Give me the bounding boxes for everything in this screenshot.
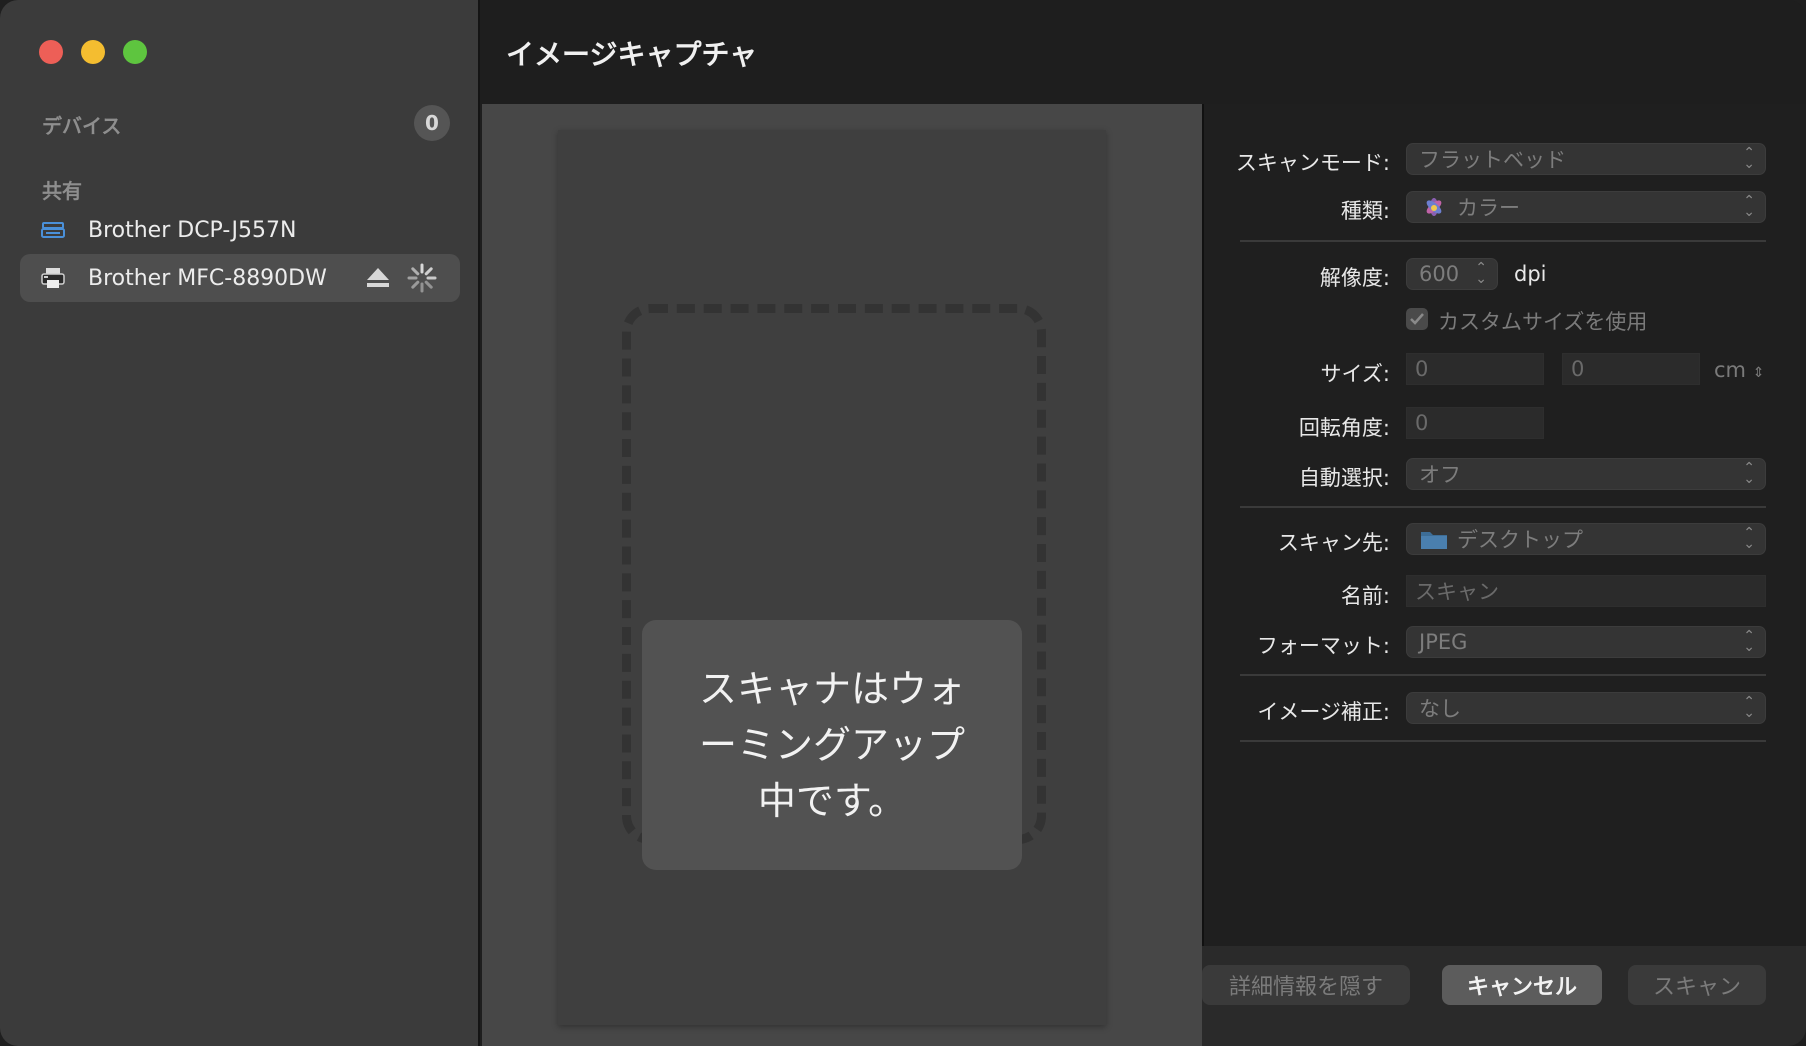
name-field[interactable]: スキャン	[1406, 575, 1766, 607]
scan-mode-popup[interactable]: フラットベッド ⌃ ⌄	[1406, 143, 1766, 175]
printer-icon	[40, 267, 66, 289]
popup-chevrons-icon: ⌃ ⌄	[1743, 628, 1755, 655]
sidebar-item-label: Brother MFC-8890DW	[88, 265, 327, 291]
progress-spinner-icon	[406, 262, 438, 294]
kind-popup[interactable]: カラー ⌃ ⌄	[1406, 191, 1766, 223]
sidebar-item-brother-dcp-j557n[interactable]: Brother DCP-J557N	[20, 206, 460, 254]
custom-size-checkbox[interactable]	[1406, 308, 1428, 330]
section-divider	[1240, 506, 1766, 508]
cancel-button[interactable]: キャンセル	[1442, 965, 1602, 1005]
image-correction-value: なし	[1419, 697, 1461, 721]
zoom-window-button[interactable]	[123, 40, 147, 64]
eject-icon[interactable]	[365, 266, 391, 290]
image-correction-label: イメージ補正:	[1257, 700, 1390, 724]
hide-details-button[interactable]: 詳細情報を隠す	[1202, 965, 1410, 1005]
scan-to-value: デスクトップ	[1457, 528, 1583, 552]
sidebar-item-label: Brother DCP-J557N	[88, 217, 297, 243]
popup-chevrons-icon: ⌃ ⌄	[1743, 460, 1755, 487]
size-unit-value: cm	[1714, 358, 1747, 382]
section-divider	[1240, 740, 1766, 742]
scan-button[interactable]: スキャン	[1628, 965, 1766, 1005]
auto-select-label: 自動選択:	[1298, 466, 1390, 490]
sidebar-item-brother-mfc-8890dw[interactable]: Brother MFC-8890DW	[20, 254, 460, 302]
window-title: イメージキャプチャ	[506, 38, 758, 71]
popup-chevrons-icon: ⌃ ⌄	[1743, 694, 1755, 721]
popup-chevrons-icon: ⌃ ⌄	[1475, 260, 1487, 287]
auto-select-value: オフ	[1419, 463, 1461, 487]
scan-mode-label: スキャンモード:	[1235, 151, 1390, 175]
close-window-button[interactable]	[39, 40, 63, 64]
image-correction-popup[interactable]: なし ⌃ ⌄	[1406, 692, 1766, 724]
section-divider	[1240, 674, 1766, 676]
resolution-value: 600	[1419, 262, 1460, 286]
resolution-popup[interactable]: 600 ⌃ ⌄	[1406, 258, 1498, 290]
format-value: JPEG	[1419, 630, 1468, 654]
popup-chevrons-icon: ⇕	[1752, 365, 1765, 381]
image-capture-window: デバイス 0 共有 Brother DCP-J557N Brother MFC-…	[0, 0, 1806, 1046]
rotation-field[interactable]: 0	[1406, 407, 1544, 439]
size-unit-popup[interactable]: cm ⇕	[1714, 358, 1764, 382]
warming-up-message: スキャナはウォーミングアップ中です。	[698, 667, 965, 823]
custom-size-label: カスタムサイズを使用	[1438, 310, 1648, 334]
color-flower-icon	[1419, 196, 1449, 218]
kind-value: カラー	[1457, 196, 1520, 220]
devices-section-header: デバイス	[42, 114, 122, 138]
auto-select-popup[interactable]: オフ ⌃ ⌄	[1406, 458, 1766, 490]
popup-chevrons-icon: ⌃ ⌄	[1743, 193, 1755, 220]
size-height-field[interactable]: 0	[1562, 353, 1700, 385]
popup-chevrons-icon: ⌃ ⌄	[1743, 145, 1755, 172]
scanner-icon	[40, 219, 66, 241]
popup-chevrons-icon: ⌃ ⌄	[1743, 525, 1755, 552]
window-controls	[39, 40, 147, 64]
scan-to-popup[interactable]: デスクトップ ⌃ ⌄	[1406, 523, 1766, 555]
scan-to-label: スキャン先:	[1277, 531, 1390, 555]
rotation-label: 回転角度:	[1298, 416, 1390, 440]
format-label: フォーマット:	[1256, 634, 1390, 658]
shared-section-header: 共有	[42, 179, 82, 203]
warming-up-message-box: スキャナはウォーミングアップ中です。	[642, 620, 1022, 870]
scan-mode-value: フラットベッド	[1419, 148, 1566, 172]
name-label: 名前:	[1340, 584, 1390, 608]
format-popup[interactable]: JPEG ⌃ ⌄	[1406, 626, 1766, 658]
sidebar: デバイス 0 共有 Brother DCP-J557N Brother MFC-…	[0, 0, 480, 1046]
folder-icon	[1419, 528, 1449, 550]
devices-count-badge: 0	[414, 105, 450, 141]
checkmark-icon	[1410, 313, 1424, 325]
size-label: サイズ:	[1320, 362, 1390, 386]
resolution-label: 解像度:	[1319, 266, 1390, 290]
section-divider	[1240, 240, 1766, 242]
size-width-field[interactable]: 0	[1406, 353, 1544, 385]
minimize-window-button[interactable]	[81, 40, 105, 64]
resolution-unit: dpi	[1514, 262, 1547, 286]
kind-label: 種類:	[1340, 199, 1390, 223]
